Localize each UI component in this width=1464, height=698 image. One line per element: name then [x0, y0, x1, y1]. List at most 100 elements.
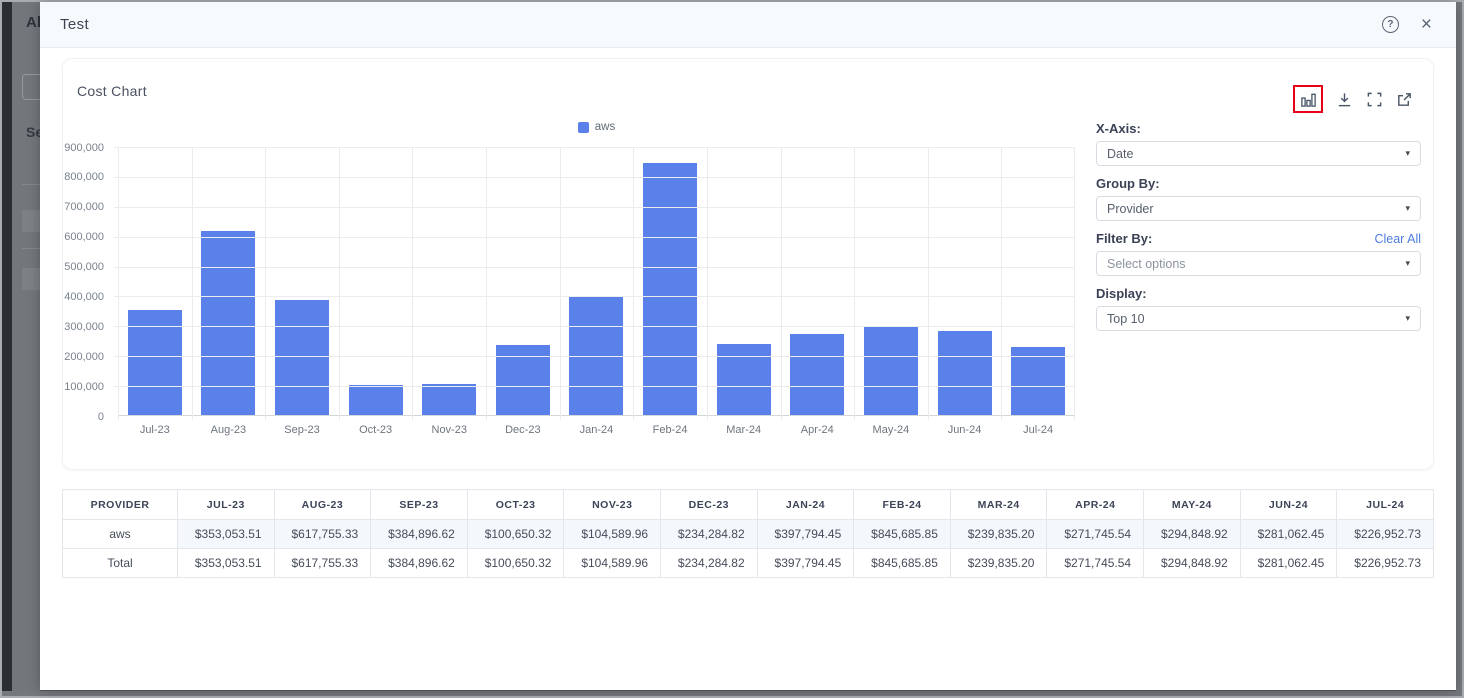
cost-value-cell: $397,794.45: [757, 549, 854, 578]
table-header-cell: SEP-23: [371, 490, 468, 520]
row-label-cell: Total: [63, 549, 178, 578]
bar-apr-24[interactable]: [790, 334, 844, 415]
y-tick-label: 600,000: [56, 231, 104, 243]
display-label: Display:: [1096, 286, 1147, 301]
table-header-cell: JAN-24: [757, 490, 854, 520]
y-tick-label: 200,000: [56, 351, 104, 363]
bar-aug-23[interactable]: [201, 231, 255, 415]
background-divider: [22, 248, 42, 249]
cost-value-cell: $281,062.45: [1240, 549, 1337, 578]
bar-jun-24[interactable]: [938, 331, 992, 415]
cost-table: PROVIDERJUL-23AUG-23SEP-23OCT-23NOV-23DE…: [62, 489, 1434, 578]
v-gridline: [928, 147, 929, 420]
display-select[interactable]: Top 10 ▾: [1096, 306, 1421, 331]
cost-value-cell: $104,589.96: [564, 520, 661, 549]
cost-value-cell: $845,685.85: [854, 549, 951, 578]
bar-slot: [633, 147, 707, 415]
chart-legend[interactable]: aws: [118, 121, 1075, 133]
table-row-total: Total$353,053.51$617,755.33$384,896.62$1…: [63, 549, 1434, 578]
bar-chart-icon[interactable]: [1299, 90, 1317, 108]
cost-value-cell: $271,745.54: [1047, 549, 1144, 578]
h-gridline: [114, 296, 1075, 297]
chevron-down-icon: ▾: [1405, 203, 1410, 214]
x-tick-label: Mar-24: [707, 424, 781, 436]
filter-by-label: Filter By:: [1096, 231, 1152, 246]
bar-slot: [928, 147, 1002, 415]
cost-value-cell: $353,053.51: [178, 520, 275, 549]
table-header-cell: JUL-24: [1337, 490, 1434, 520]
bar-sep-23[interactable]: [275, 300, 329, 415]
y-tick-label: 500,000: [56, 261, 104, 273]
cost-value-cell: $353,053.51: [178, 549, 275, 578]
bar-feb-24[interactable]: [643, 163, 697, 415]
cost-value-cell: $239,835.20: [950, 520, 1047, 549]
x-tick-label: Jun-24: [928, 424, 1002, 436]
cost-value-cell: $234,284.82: [661, 520, 758, 549]
bar-slot: [339, 147, 413, 415]
cost-value-cell: $226,952.73: [1337, 520, 1434, 549]
test-modal: Test ? × Cost Chart: [40, 2, 1456, 691]
h-gridline: [114, 356, 1075, 357]
v-gridline: [1001, 147, 1002, 420]
group-by-select[interactable]: Provider ▾: [1096, 196, 1421, 221]
bar-slot: [854, 147, 928, 415]
bar-slot: [412, 147, 486, 415]
h-gridline: [114, 177, 1075, 178]
v-gridline: [707, 147, 708, 420]
x-tick-label: Dec-23: [486, 424, 560, 436]
v-gridline: [486, 147, 487, 420]
screen-frame: Al Se Test ? × Cost Chart: [0, 0, 1464, 698]
table-header-cell: NOV-23: [564, 490, 661, 520]
x-tick-label: May-24: [854, 424, 928, 436]
help-icon[interactable]: ?: [1382, 16, 1399, 33]
table-header-cell: MAY-24: [1144, 490, 1241, 520]
v-gridline: [412, 147, 413, 420]
y-tick-label: 300,000: [56, 321, 104, 333]
close-icon[interactable]: ×: [1421, 15, 1432, 34]
chevron-down-icon: ▾: [1405, 148, 1410, 159]
filter-by-select[interactable]: Select options ▾: [1096, 251, 1421, 276]
background-row-fragment: [22, 210, 42, 232]
v-gridline: [633, 147, 634, 420]
x-axis-select[interactable]: Date ▾: [1096, 141, 1421, 166]
bar-mar-24[interactable]: [717, 344, 771, 415]
y-tick-label: 900,000: [56, 142, 104, 154]
h-gridline: [114, 326, 1075, 327]
v-gridline: [781, 147, 782, 420]
bar-slot: [118, 147, 192, 415]
bar-jul-24[interactable]: [1011, 347, 1065, 415]
clear-all-link[interactable]: Clear All: [1374, 232, 1421, 246]
bars-container: [118, 147, 1075, 415]
legend-swatch: [578, 122, 589, 133]
h-gridline: [114, 386, 1075, 387]
bar-slot: [707, 147, 781, 415]
x-tick-label: Sep-23: [265, 424, 339, 436]
h-gridline: [114, 267, 1075, 268]
filter-by-control: Filter By: Clear All Select options ▾: [1096, 231, 1421, 276]
cost-value-cell: $271,745.54: [1047, 520, 1144, 549]
card-title: Cost Chart: [77, 83, 147, 99]
open-external-icon[interactable]: [1395, 90, 1413, 108]
cost-value-cell: $226,952.73: [1337, 549, 1434, 578]
group-by-label: Group By:: [1096, 176, 1160, 191]
bar-may-24[interactable]: [864, 327, 918, 415]
background-input-fragment: [22, 74, 42, 100]
row-label-cell: aws: [63, 520, 178, 549]
modal-header: Test ? ×: [40, 2, 1456, 48]
download-icon[interactable]: [1335, 90, 1353, 108]
y-axis-labels: 0100,000200,000300,000400,000500,000600,…: [63, 147, 111, 416]
bar-slot: [486, 147, 560, 415]
v-gridline: [560, 147, 561, 420]
x-tick-label: Jan-24: [560, 424, 634, 436]
h-gridline: [114, 147, 1075, 148]
bar-nov-23[interactable]: [422, 384, 476, 415]
fullscreen-icon[interactable]: [1365, 90, 1383, 108]
cost-chart-card: Cost Chart: [62, 58, 1434, 470]
bar-oct-23[interactable]: [349, 385, 403, 415]
cost-value-cell: $234,284.82: [661, 549, 758, 578]
x-axis-control: X-Axis: Date ▾: [1096, 121, 1421, 166]
cost-table-body: aws$353,053.51$617,755.33$384,896.62$100…: [63, 520, 1434, 578]
cost-value-cell: $239,835.20: [950, 549, 1047, 578]
table-header-cell: OCT-23: [467, 490, 564, 520]
x-tick-label: Oct-23: [339, 424, 413, 436]
